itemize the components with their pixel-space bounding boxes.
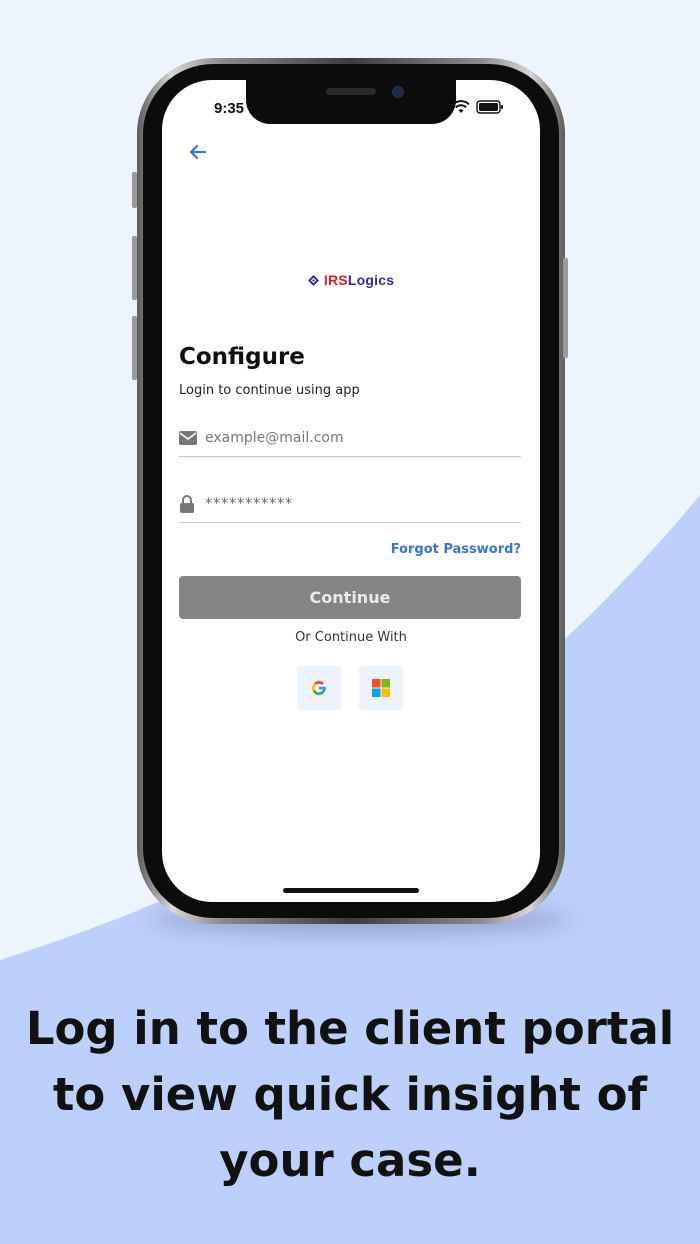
back-button[interactable]	[186, 140, 210, 164]
front-camera	[392, 86, 404, 98]
caption-line-2: to view quick insight of	[52, 1068, 648, 1121]
status-icons	[452, 100, 504, 114]
logo-text-logics: Logics	[347, 272, 395, 288]
email-field[interactable]: example@mail.com	[179, 420, 521, 457]
password-field[interactable]: ***********	[179, 485, 521, 523]
forgot-password-link[interactable]: Forgot Password?	[391, 542, 521, 557]
marketing-caption: Log in to the client portal to view quic…	[20, 996, 680, 1194]
lock-icon	[179, 494, 197, 513]
logo-text-irs: IRS	[323, 272, 348, 288]
password-value: ***********	[205, 495, 293, 512]
arrow-left-icon	[189, 144, 207, 160]
email-placeholder: example@mail.com	[205, 430, 344, 446]
status-time: 9:35	[214, 100, 245, 117]
caption-line-1: Log in to the client portal	[25, 1002, 675, 1055]
envelope-icon	[179, 429, 197, 447]
page-subtitle: Login to continue using app	[179, 383, 360, 398]
mute-switch	[132, 172, 137, 208]
power-button	[563, 258, 568, 358]
battery-icon	[476, 100, 503, 114]
logo-diamond-icon	[307, 275, 319, 286]
or-continue-with-label: Or Continue With	[295, 630, 407, 645]
continue-button[interactable]: Continue	[179, 576, 521, 619]
volume-up-button	[132, 236, 137, 300]
page-title: Configure	[179, 344, 305, 370]
brand-logo: IRSLogics	[162, 270, 540, 289]
phone-screen: 9:35 IRSLogics Configure Login to contin…	[162, 80, 540, 902]
caption-line-3: your case.	[219, 1134, 481, 1187]
home-indicator	[283, 888, 419, 893]
microsoft-login-button[interactable]	[359, 666, 403, 710]
phone-notch	[246, 80, 456, 124]
speaker-grill	[326, 88, 376, 95]
google-login-button[interactable]	[297, 666, 341, 710]
volume-down-button	[132, 316, 137, 380]
google-icon	[312, 681, 326, 695]
microsoft-icon	[372, 679, 390, 697]
